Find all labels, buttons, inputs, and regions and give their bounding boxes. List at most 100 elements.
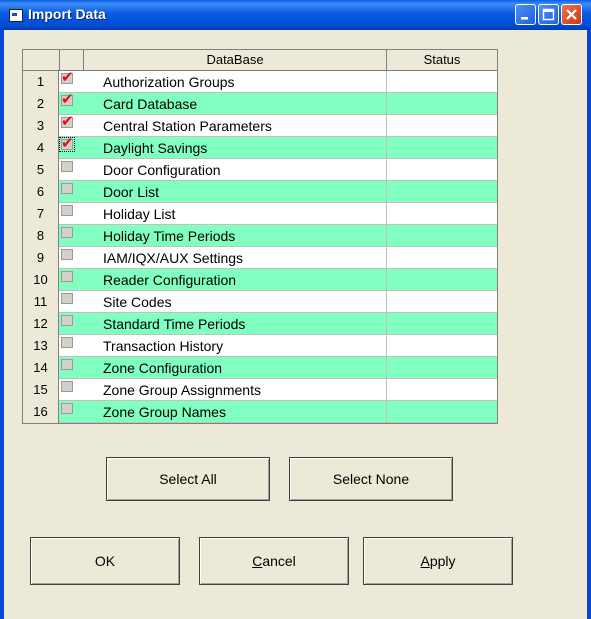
- row-checkbox[interactable]: [61, 249, 75, 263]
- row-number[interactable]: 9: [23, 247, 59, 269]
- table-row[interactable]: 7 Holiday List: [23, 203, 497, 225]
- row-checkbox[interactable]: [61, 161, 75, 175]
- cancel-button[interactable]: Cancel: [199, 537, 349, 585]
- table-row[interactable]: 14 Zone Configuration: [23, 357, 497, 379]
- status-cell: [386, 401, 497, 423]
- table-row[interactable]: 5 Door Configuration: [23, 159, 497, 181]
- status-cell: [386, 137, 497, 159]
- row-number[interactable]: 15: [23, 379, 59, 401]
- header-corner: [23, 50, 60, 70]
- database-name: Transaction History: [103, 338, 224, 354]
- minimize-icon: [521, 17, 528, 20]
- row-checkbox[interactable]: ✔: [59, 134, 75, 153]
- table-row[interactable]: 16 Zone Group Names: [23, 401, 497, 423]
- header-status[interactable]: Status: [387, 50, 497, 70]
- database-name: Site Codes: [103, 294, 172, 310]
- close-button[interactable]: [561, 4, 582, 25]
- row-checkbox[interactable]: [61, 183, 75, 197]
- table-row[interactable]: 13 Transaction History: [23, 335, 497, 357]
- row-number[interactable]: 10: [23, 269, 59, 291]
- checkbox-box: [61, 249, 73, 260]
- row-number[interactable]: 8: [23, 225, 59, 247]
- table-row[interactable]: 1 ✔ Authorization Groups: [23, 70, 497, 93]
- status-cell: [386, 181, 497, 203]
- status-cell: [386, 115, 497, 137]
- row-number[interactable]: 4: [23, 137, 59, 159]
- table-row[interactable]: 11 Site Codes: [23, 291, 497, 313]
- row-number[interactable]: 1: [23, 71, 59, 93]
- select-none-button[interactable]: Select None: [289, 457, 453, 501]
- table-row[interactable]: 2 ✔ Card Database: [23, 90, 497, 115]
- minimize-button[interactable]: [515, 4, 536, 25]
- table-row[interactable]: 3 ✔ Central Station Parameters: [23, 112, 497, 137]
- database-name: Holiday List: [103, 206, 176, 222]
- checkmark-icon: ✔: [61, 134, 74, 152]
- row-checkbox[interactable]: ✔: [61, 70, 75, 87]
- checkmark-icon: ✔: [61, 90, 74, 108]
- table-row[interactable]: 15 Zone Group Assignments: [23, 379, 497, 401]
- select-all-button[interactable]: Select All: [106, 457, 270, 501]
- checkbox-box: [61, 381, 73, 392]
- database-name: Zone Group Names: [103, 404, 226, 420]
- checkbox-box: [61, 403, 73, 414]
- grid-header: DataBase Status: [23, 50, 497, 71]
- database-name: Central Station Parameters: [103, 118, 272, 134]
- row-checkbox[interactable]: ✔: [61, 90, 75, 109]
- row-number[interactable]: 2: [23, 93, 59, 115]
- database-name: Zone Configuration: [103, 360, 223, 376]
- checkmark-icon: ✔: [61, 112, 74, 130]
- checkbox-box: [61, 359, 73, 370]
- row-checkbox[interactable]: [61, 359, 75, 373]
- status-cell: [386, 225, 497, 247]
- table-row[interactable]: 9 IAM/IQX/AUX Settings: [23, 247, 497, 269]
- database-grid: DataBase Status 1 ✔ Authorization Groups 2 ✔…: [22, 49, 498, 424]
- database-name: Card Database: [103, 96, 198, 112]
- row-checkbox[interactable]: [61, 227, 75, 241]
- header-database[interactable]: DataBase: [84, 50, 387, 70]
- table-row[interactable]: 6 Door List: [23, 181, 497, 203]
- checkbox-box: [61, 205, 73, 216]
- row-number[interactable]: 6: [23, 181, 59, 203]
- row-checkbox[interactable]: [61, 205, 75, 219]
- checkbox-box: [61, 183, 73, 194]
- row-number[interactable]: 12: [23, 313, 59, 335]
- row-checkbox[interactable]: [61, 315, 75, 329]
- database-name: Holiday Time Periods: [103, 228, 236, 244]
- ok-button[interactable]: OK: [30, 537, 180, 585]
- database-name: IAM/IQX/AUX Settings: [103, 250, 244, 266]
- checkbox-box: [61, 161, 73, 172]
- row-checkbox[interactable]: [61, 293, 75, 307]
- database-name: Authorization Groups: [103, 74, 235, 90]
- row-checkbox[interactable]: [61, 381, 75, 395]
- table-row[interactable]: 12 Standard Time Periods: [23, 313, 497, 335]
- maximize-icon: [542, 8, 555, 21]
- row-number[interactable]: 14: [23, 357, 59, 379]
- row-checkbox[interactable]: [61, 271, 75, 285]
- cancel-label: Cancel: [252, 553, 296, 569]
- apply-button[interactable]: Apply: [363, 537, 513, 585]
- row-number[interactable]: 3: [23, 115, 59, 137]
- table-row[interactable]: 8 Holiday Time Periods: [23, 225, 497, 247]
- row-number[interactable]: 13: [23, 335, 59, 357]
- row-checkbox[interactable]: [61, 337, 75, 351]
- select-none-label: Select None: [332, 471, 410, 487]
- table-row[interactable]: 4 ✔ Daylight Savings: [23, 134, 497, 159]
- row-number[interactable]: 11: [23, 291, 59, 313]
- checkbox-box: [61, 337, 73, 348]
- ok-label: OK: [94, 553, 116, 569]
- status-cell: [386, 247, 497, 269]
- apply-label: Apply: [420, 553, 456, 569]
- row-number[interactable]: 16: [23, 401, 59, 423]
- row-number[interactable]: 7: [23, 203, 59, 225]
- row-number[interactable]: 5: [23, 159, 59, 181]
- row-checkbox[interactable]: ✔: [61, 112, 75, 131]
- checkbox-box: [61, 271, 73, 282]
- table-row[interactable]: 10 Reader Configuration: [23, 269, 497, 291]
- checkbox-box: [61, 293, 73, 304]
- database-name: Daylight Savings: [103, 140, 208, 156]
- status-cell: [386, 159, 497, 181]
- row-checkbox[interactable]: [61, 403, 75, 417]
- database-name: Standard Time Periods: [103, 316, 246, 332]
- maximize-button[interactable]: [538, 4, 559, 25]
- status-cell: [386, 313, 497, 335]
